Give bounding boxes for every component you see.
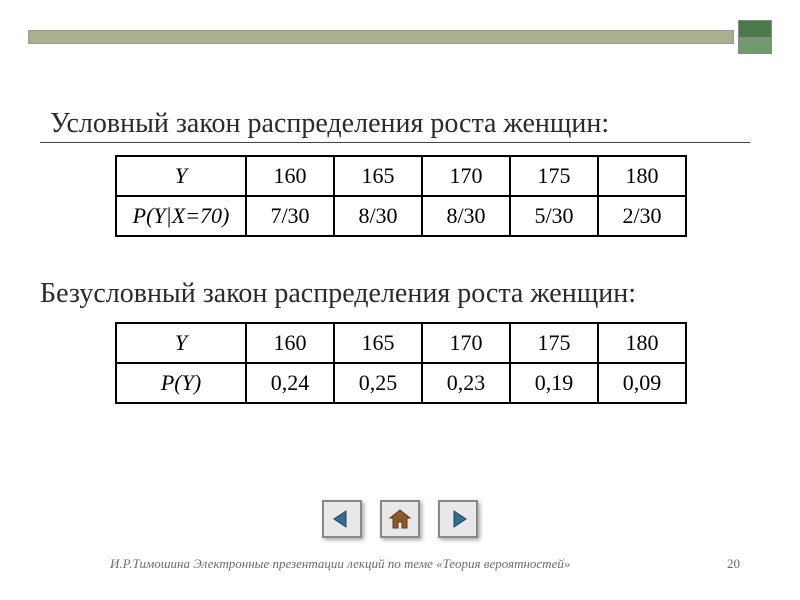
- table-conditional: Y 160 165 170 175 180 P(Y|X=70) 7/30 8/3…: [115, 155, 687, 237]
- accent-stripe-olive: [28, 30, 734, 44]
- table-row: Y 160 165 170 175 180: [116, 323, 686, 363]
- cell-value: 180: [598, 156, 686, 196]
- cell-row-label: P(Y|X=70): [116, 196, 246, 236]
- cell-value: 2/30: [598, 196, 686, 236]
- heading-underline: [40, 142, 750, 143]
- accent-block-dark-green: [738, 20, 772, 38]
- arrow-left-icon: [331, 508, 353, 530]
- cell-value: 0,24: [246, 363, 334, 403]
- cell-row-label: Y: [116, 323, 246, 363]
- cell-row-label: Y: [116, 156, 246, 196]
- page-number: 20: [727, 556, 740, 572]
- footer: И.Р.Тимошина Электронные презентации лек…: [110, 556, 740, 572]
- cell-value: 165: [334, 156, 422, 196]
- cell-value: 8/30: [334, 196, 422, 236]
- cell-value: 0,25: [334, 363, 422, 403]
- cell-value: 160: [246, 323, 334, 363]
- home-button[interactable]: [380, 500, 420, 538]
- cell-value: 0,23: [422, 363, 510, 403]
- cell-value: 170: [422, 323, 510, 363]
- table-row: P(Y|X=70) 7/30 8/30 8/30 5/30 2/30: [116, 196, 686, 236]
- arrow-right-icon: [447, 508, 469, 530]
- slide-accent-bar: [28, 20, 772, 54]
- cell-value: 180: [598, 323, 686, 363]
- cell-value: 160: [246, 156, 334, 196]
- home-icon: [388, 508, 412, 530]
- footer-text: И.Р.Тимошина Электронные презентации лек…: [110, 556, 570, 571]
- cell-value: 0,19: [510, 363, 598, 403]
- cell-value: 5/30: [510, 196, 598, 236]
- heading-conditional: Условный закон распределения роста женщи…: [50, 108, 609, 140]
- slide-nav: [322, 500, 478, 538]
- cell-value: 170: [422, 156, 510, 196]
- prev-button[interactable]: [322, 500, 362, 538]
- table-unconditional: Y 160 165 170 175 180 P(Y) 0,24 0,25 0,2…: [115, 322, 687, 404]
- table-row: P(Y) 0,24 0,25 0,23 0,19 0,09: [116, 363, 686, 403]
- cell-value: 175: [510, 323, 598, 363]
- cell-value: 165: [334, 323, 422, 363]
- heading-unconditional: Безусловный закон распределения роста же…: [40, 278, 636, 310]
- cell-row-label: P(Y): [116, 363, 246, 403]
- cell-value: 175: [510, 156, 598, 196]
- next-button[interactable]: [438, 500, 478, 538]
- table-row: Y 160 165 170 175 180: [116, 156, 686, 196]
- cell-value: 8/30: [422, 196, 510, 236]
- cell-value: 7/30: [246, 196, 334, 236]
- cell-value: 0,09: [598, 363, 686, 403]
- accent-block-light-green: [738, 38, 772, 54]
